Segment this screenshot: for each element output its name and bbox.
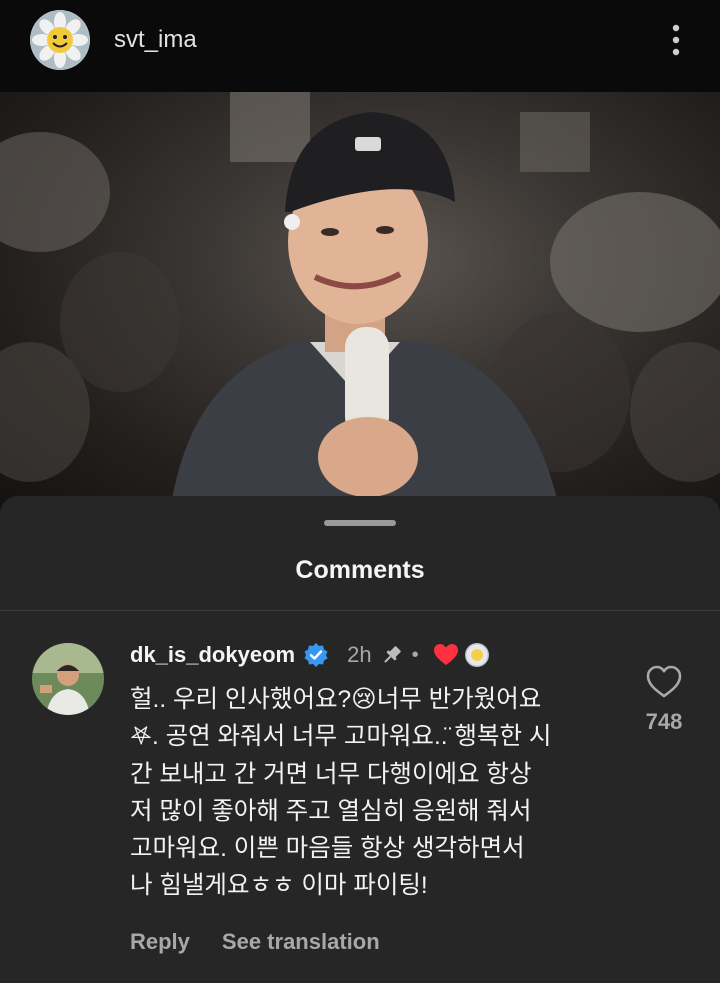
creator-liked-heart-icon — [433, 644, 458, 665]
verified-badge-icon — [304, 643, 328, 667]
post-header: svt_ima — [0, 0, 720, 92]
reply-button[interactable]: Reply — [130, 929, 190, 955]
more-vertical-icon[interactable] — [664, 20, 688, 60]
performer-photo-illustration — [0, 92, 720, 512]
comments-sheet: Comments dk_is_dokyeom 2h • 헐.. 우리 인사했어요… — [0, 496, 720, 983]
see-translation-button[interactable]: See translation — [222, 929, 380, 955]
commenter-avatar[interactable] — [32, 643, 104, 715]
poster-username[interactable]: svt_ima — [114, 26, 197, 54]
comment-text: 헐.. 우리 인사했어요?😢너무 반가웠어요 𖤐. 공연 와줘서 너무 고마워요… — [130, 686, 552, 900]
poster-avatar[interactable] — [30, 10, 90, 70]
comment-actions: Reply See translation — [130, 929, 380, 955]
pin-icon — [383, 646, 401, 663]
like-count: 748 — [645, 709, 683, 734]
creator-mini-avatar — [464, 643, 489, 667]
comments-title: Comments — [295, 556, 425, 584]
avatar-photo-icon — [32, 643, 104, 715]
dot-separator: • — [411, 643, 419, 666]
comment-item: dk_is_dokyeom 2h • 헐.. 우리 인사했어요?😢너무 반가웠어… — [0, 611, 720, 983]
comment-timestamp: 2h — [347, 642, 372, 667]
heart-outline-icon[interactable] — [646, 665, 682, 699]
post-photo[interactable] — [0, 92, 720, 512]
sunflower-avatar-icon — [30, 10, 90, 70]
drag-handle[interactable] — [324, 520, 396, 526]
commenter-username[interactable]: dk_is_dokyeom — [130, 642, 295, 668]
comment-header: dk_is_dokyeom 2h • — [130, 639, 489, 671]
